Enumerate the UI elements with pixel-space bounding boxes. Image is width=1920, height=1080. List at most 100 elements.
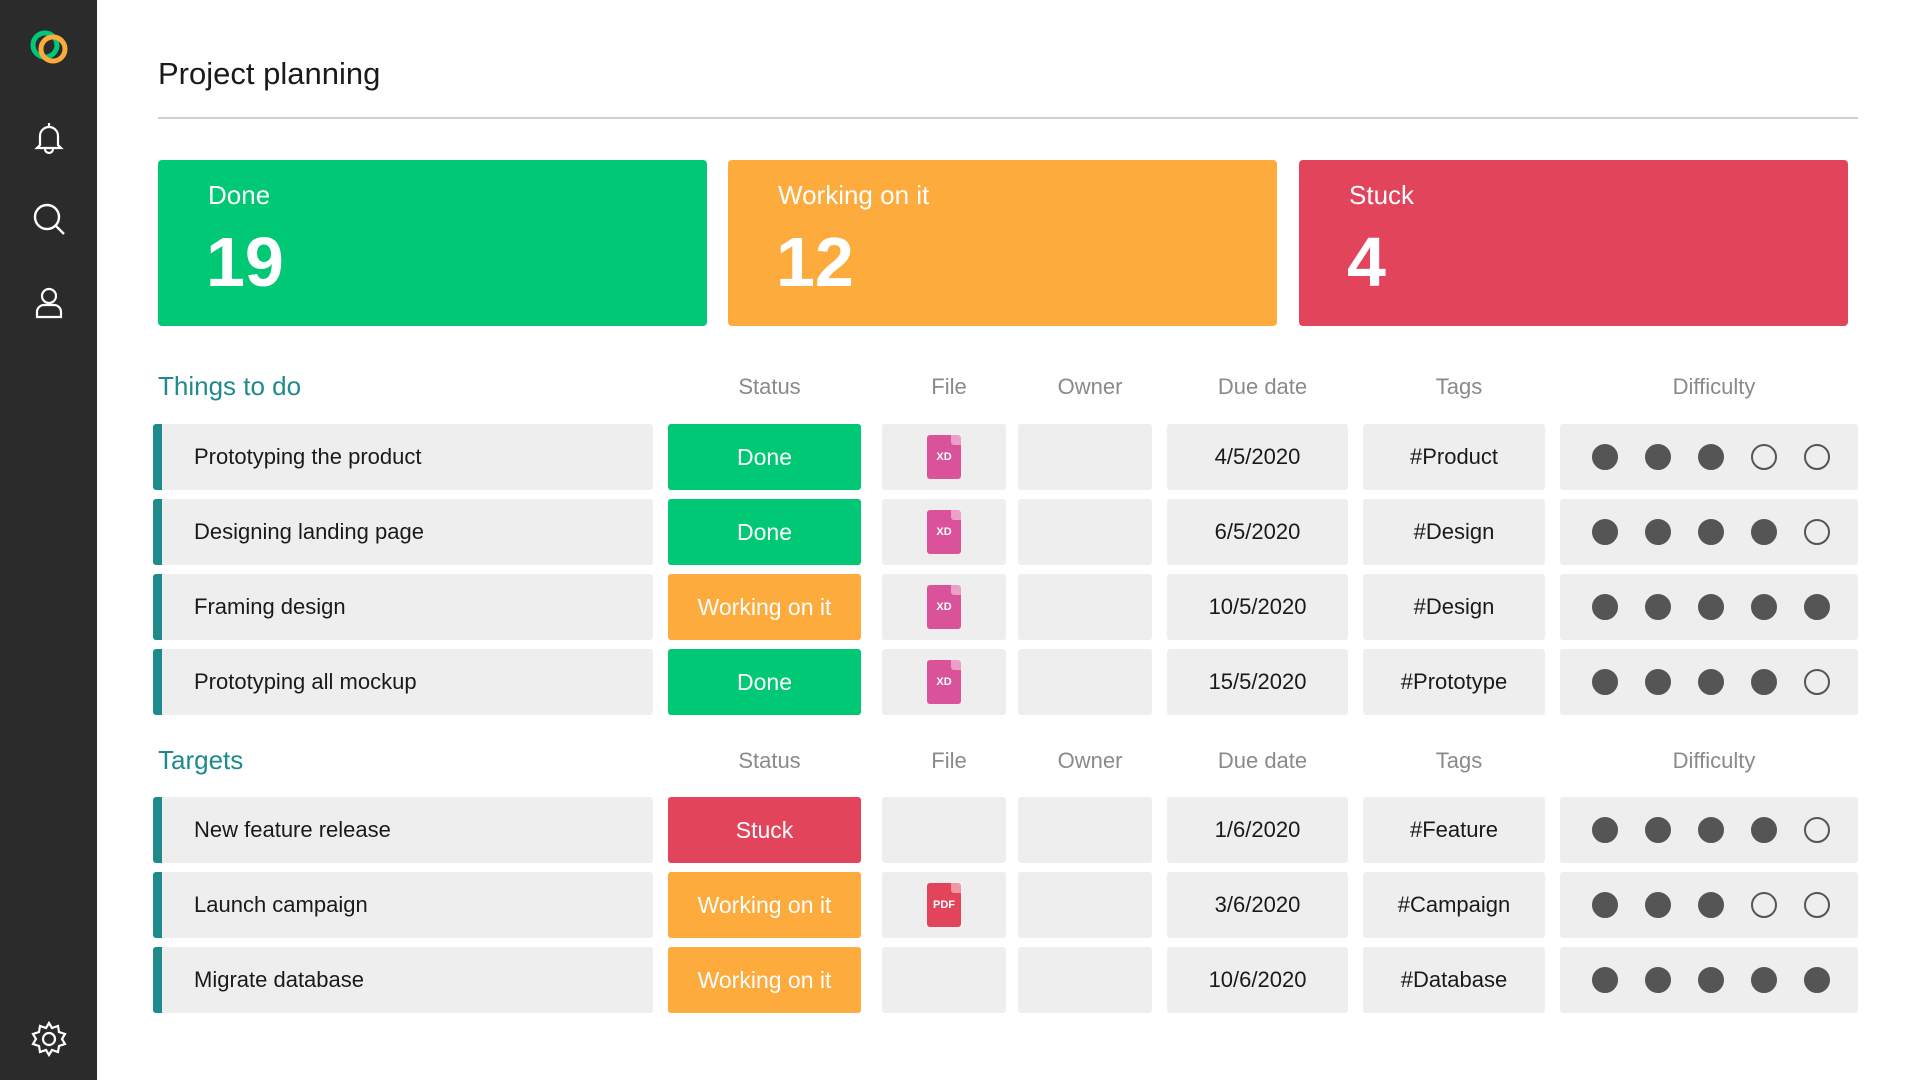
xd-file-icon[interactable]: XD [927, 660, 961, 704]
file-cell[interactable]: XD [882, 424, 1006, 490]
summary-card-stuck[interactable]: Stuck 4 [1299, 160, 1848, 326]
difficulty-rating[interactable] [1560, 574, 1858, 640]
status-cell[interactable]: Working on it [668, 947, 861, 1013]
difficulty-rating[interactable] [1560, 424, 1858, 490]
due-date-cell[interactable]: 1/6/2020 [1167, 797, 1348, 863]
difficulty-dot-filled[interactable] [1592, 817, 1618, 843]
due-date-cell[interactable]: 15/5/2020 [1167, 649, 1348, 715]
tag-cell[interactable]: #Design [1363, 574, 1545, 640]
difficulty-dot-filled[interactable] [1645, 892, 1671, 918]
difficulty-dot-filled[interactable] [1751, 669, 1777, 695]
difficulty-dot-empty[interactable] [1751, 444, 1777, 470]
difficulty-dot-filled[interactable] [1804, 594, 1830, 620]
difficulty-dot-filled[interactable] [1645, 967, 1671, 993]
difficulty-dot-filled[interactable] [1592, 444, 1618, 470]
difficulty-dot-filled[interactable] [1698, 669, 1724, 695]
task-name-cell[interactable]: Framing design [153, 574, 653, 640]
status-cell[interactable]: Working on it [668, 872, 861, 938]
gear-icon[interactable] [24, 1014, 74, 1064]
status-cell[interactable]: Done [668, 499, 861, 565]
file-cell[interactable] [882, 797, 1006, 863]
difficulty-dot-filled[interactable] [1698, 817, 1724, 843]
difficulty-rating[interactable] [1560, 947, 1858, 1013]
user-icon[interactable] [24, 278, 74, 328]
difficulty-dot-empty[interactable] [1804, 444, 1830, 470]
difficulty-dot-filled[interactable] [1698, 444, 1724, 470]
tag-cell[interactable]: #Database [1363, 947, 1545, 1013]
task-name-cell[interactable]: Designing landing page [153, 499, 653, 565]
task-name-cell[interactable]: Launch campaign [153, 872, 653, 938]
difficulty-rating[interactable] [1560, 649, 1858, 715]
logo-icon[interactable] [24, 22, 74, 72]
owner-cell[interactable] [1018, 797, 1152, 863]
difficulty-dot-filled[interactable] [1698, 892, 1724, 918]
difficulty-dot-filled[interactable] [1592, 892, 1618, 918]
column-header-difficulty: Difficulty [1672, 748, 1756, 773]
file-cell[interactable]: XD [882, 649, 1006, 715]
tag-cell[interactable]: #Design [1363, 499, 1545, 565]
due-date-cell[interactable]: 3/6/2020 [1167, 872, 1348, 938]
status-cell[interactable]: Done [668, 649, 861, 715]
difficulty-dot-empty[interactable] [1804, 892, 1830, 918]
difficulty-dot-filled[interactable] [1645, 817, 1671, 843]
difficulty-dot-filled[interactable] [1592, 519, 1618, 545]
difficulty-dot-empty[interactable] [1804, 817, 1830, 843]
file-cell[interactable]: PDF [882, 872, 1006, 938]
due-date-cell[interactable]: 10/6/2020 [1167, 947, 1348, 1013]
status-cell[interactable]: Done [668, 424, 861, 490]
tag-cell[interactable]: #Prototype [1363, 649, 1545, 715]
bell-icon[interactable] [24, 112, 74, 162]
difficulty-dot-filled[interactable] [1751, 817, 1777, 843]
due-date-cell[interactable]: 6/5/2020 [1167, 499, 1348, 565]
difficulty-dot-filled[interactable] [1645, 519, 1671, 545]
status-cell[interactable]: Stuck [668, 797, 861, 863]
owner-cell[interactable] [1018, 872, 1152, 938]
tag-cell[interactable]: #Feature [1363, 797, 1545, 863]
difficulty-dot-empty[interactable] [1804, 669, 1830, 695]
xd-file-icon[interactable]: XD [927, 435, 961, 479]
owner-cell[interactable] [1018, 947, 1152, 1013]
difficulty-dot-filled[interactable] [1645, 594, 1671, 620]
file-cell[interactable]: XD [882, 499, 1006, 565]
difficulty-dot-empty[interactable] [1751, 892, 1777, 918]
due-date-cell[interactable]: 4/5/2020 [1167, 424, 1348, 490]
difficulty-dot-filled[interactable] [1592, 669, 1618, 695]
task-name-cell[interactable]: Prototyping all mockup [153, 649, 653, 715]
difficulty-dot-empty[interactable] [1804, 519, 1830, 545]
xd-file-icon[interactable]: XD [927, 585, 961, 629]
difficulty-dot-filled[interactable] [1592, 594, 1618, 620]
difficulty-dot-filled[interactable] [1698, 519, 1724, 545]
difficulty-dot-filled[interactable] [1592, 967, 1618, 993]
xd-file-icon[interactable]: XD [927, 510, 961, 554]
difficulty-dot-filled[interactable] [1645, 669, 1671, 695]
task-name-cell[interactable]: Prototyping the product [153, 424, 653, 490]
due-date-cell[interactable]: 10/5/2020 [1167, 574, 1348, 640]
file-cell[interactable] [882, 947, 1006, 1013]
difficulty-rating[interactable] [1560, 872, 1858, 938]
difficulty-dot-filled[interactable] [1751, 519, 1777, 545]
table-row: Migrate database Working on it 10/6/2020 #D… [153, 947, 1858, 1013]
difficulty-dot-filled[interactable] [1698, 594, 1724, 620]
difficulty-dot-filled[interactable] [1804, 967, 1830, 993]
difficulty-dot-filled[interactable] [1751, 594, 1777, 620]
owner-cell[interactable] [1018, 424, 1152, 490]
status-cell[interactable]: Working on it [668, 574, 861, 640]
summary-card-done[interactable]: Done 19 [158, 160, 707, 326]
difficulty-dot-filled[interactable] [1645, 444, 1671, 470]
owner-cell[interactable] [1018, 499, 1152, 565]
search-icon[interactable] [24, 194, 74, 244]
tag-cell[interactable]: #Product [1363, 424, 1545, 490]
difficulty-rating[interactable] [1560, 797, 1858, 863]
difficulty-dot-filled[interactable] [1751, 967, 1777, 993]
main-content: Project planning Done 19 Working on it 1… [153, 0, 1858, 1080]
difficulty-dot-filled[interactable] [1698, 967, 1724, 993]
summary-card-working[interactable]: Working on it 12 [728, 160, 1277, 326]
owner-cell[interactable] [1018, 649, 1152, 715]
owner-cell[interactable] [1018, 574, 1152, 640]
pdf-file-icon[interactable]: PDF [927, 883, 961, 927]
difficulty-rating[interactable] [1560, 499, 1858, 565]
task-name-cell[interactable]: New feature release [153, 797, 653, 863]
tag-cell[interactable]: #Campaign [1363, 872, 1545, 938]
file-cell[interactable]: XD [882, 574, 1006, 640]
task-name-cell[interactable]: Migrate database [153, 947, 653, 1013]
